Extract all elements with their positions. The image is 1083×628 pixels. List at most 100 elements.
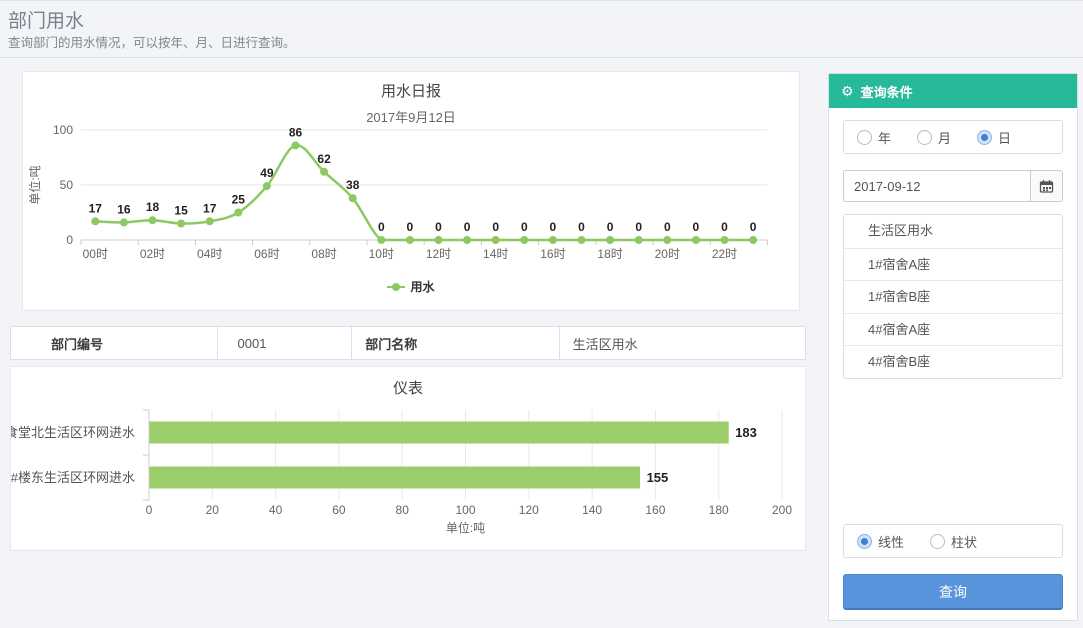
calendar-button[interactable]: [1030, 170, 1063, 202]
gear-icon: ⚙: [841, 84, 854, 98]
bar-value-label: 183: [735, 425, 757, 440]
data-point[interactable]: [206, 217, 214, 225]
data-point-label: 38: [346, 178, 360, 192]
data-point[interactable]: [320, 168, 328, 176]
bar-value-label: 155: [647, 470, 669, 485]
data-point-label: 0: [664, 220, 671, 234]
data-point-label: 0: [693, 220, 700, 234]
data-point-label: 0: [521, 220, 528, 234]
radio-icon: [857, 130, 872, 145]
x-tick-label: 12时: [426, 247, 451, 261]
radio-label: 年: [878, 128, 891, 147]
department-info-table: 部门编号 0001 部门名称 生活区用水: [10, 326, 806, 360]
data-point-label: 0: [635, 220, 642, 234]
x-tick-label: 10时: [369, 247, 394, 261]
data-point-label: 0: [607, 220, 614, 234]
period-radio-option[interactable]: 月: [917, 128, 951, 147]
radio-icon: [917, 130, 932, 145]
data-point[interactable]: [721, 236, 729, 244]
dept-list-item[interactable]: 1#宿舍B座: [844, 280, 1062, 313]
data-point[interactable]: [435, 236, 443, 244]
radio-label: 日: [998, 128, 1011, 147]
data-point-label: 0: [407, 220, 414, 234]
sidebar-header: ⚙ 查询条件: [829, 74, 1077, 108]
x-tick-label: 06时: [254, 247, 279, 261]
data-point[interactable]: [292, 141, 300, 149]
data-point[interactable]: [149, 216, 157, 224]
line-series-path: [95, 145, 753, 240]
data-point-label: 0: [750, 220, 757, 234]
data-point[interactable]: [663, 236, 671, 244]
data-point[interactable]: [492, 236, 500, 244]
period-radio-option[interactable]: 日: [977, 128, 1011, 147]
data-point[interactable]: [377, 236, 385, 244]
chart-style-radio-group: 线性 柱状: [843, 524, 1063, 558]
dept-id-value: 0001: [218, 327, 353, 359]
page-subtitle: 查询部门的用水情况，可以按年、月、日进行查询。: [8, 32, 296, 51]
query-sidebar: ⚙ 查询条件 年 月 日 生活区用水1#宿舍A座1#宿舍B座4#宿舍A座4#宿舍B座…: [828, 73, 1078, 621]
line-chart-legend[interactable]: 用水: [23, 278, 799, 295]
x-tick-label: 80: [396, 503, 410, 517]
page-header: 部门用水 查询部门的用水情况，可以按年、月、日进行查询。: [0, 1, 1083, 58]
data-point[interactable]: [749, 236, 757, 244]
data-point[interactable]: [463, 236, 471, 244]
x-tick-label: 08时: [311, 247, 336, 261]
radio-icon: [857, 534, 872, 549]
dept-list-item[interactable]: 1#宿舍A座: [844, 248, 1062, 281]
x-tick-label: 02时: [140, 247, 165, 261]
x-tick-label: 160: [645, 503, 665, 517]
bar-category-label: 1#楼东生活区环网进水: [11, 470, 135, 485]
date-input[interactable]: [843, 170, 1030, 202]
daily-water-line-chart-panel: 用水日报 2017年9月12日 05010000时02时04时06时08时10时…: [22, 71, 800, 311]
data-point[interactable]: [349, 194, 357, 202]
data-point[interactable]: [549, 236, 557, 244]
line-chart-title: 用水日报: [23, 80, 799, 101]
department-list: 生活区用水1#宿舍A座1#宿舍B座4#宿舍A座4#宿舍B座: [843, 214, 1063, 379]
calendar-icon: [1039, 179, 1054, 194]
dept-name-value: 生活区用水: [560, 327, 805, 359]
bar[interactable]: [150, 467, 641, 489]
dept-list-item[interactable]: 4#宿舍B座: [844, 345, 1062, 378]
data-point[interactable]: [234, 209, 242, 217]
query-button[interactable]: 查询: [843, 574, 1063, 610]
legend-label: 用水: [410, 278, 434, 295]
meter-bar-chart-panel: 仪表 020406080100120140160180200食堂北生活区环网进水…: [10, 366, 806, 551]
data-point-label: 62: [317, 152, 331, 166]
data-point[interactable]: [578, 236, 586, 244]
x-tick-label: 120: [519, 503, 539, 517]
line-chart: 05010000时02时04时06时08时10时12时14时16时18时20时2…: [23, 118, 801, 274]
style-radio-option[interactable]: 柱状: [930, 532, 977, 551]
bar[interactable]: [150, 422, 729, 444]
period-radio-option[interactable]: 年: [857, 128, 891, 147]
data-point[interactable]: [635, 236, 643, 244]
style-radio-option[interactable]: 线性: [857, 532, 904, 551]
data-point[interactable]: [406, 236, 414, 244]
data-point[interactable]: [520, 236, 528, 244]
data-point[interactable]: [606, 236, 614, 244]
data-point-label: 0: [464, 220, 471, 234]
y-tick-label: 0: [66, 233, 73, 247]
x-tick-label: 16时: [540, 247, 565, 261]
x-tick-label: 60: [332, 503, 346, 517]
radio-label: 柱状: [951, 532, 977, 551]
data-point[interactable]: [120, 218, 128, 226]
x-tick-label: 14时: [483, 247, 508, 261]
data-point-label: 16: [117, 202, 131, 216]
x-tick-label: 40: [269, 503, 283, 517]
data-point-label: 0: [435, 220, 442, 234]
x-tick-label: 0: [146, 503, 153, 517]
data-point[interactable]: [263, 182, 271, 190]
data-point[interactable]: [91, 217, 99, 225]
dept-list-item[interactable]: 生活区用水: [844, 215, 1062, 248]
data-point-label: 25: [232, 193, 246, 207]
dept-list-item[interactable]: 4#宿舍A座: [844, 313, 1062, 346]
data-point-label: 0: [550, 220, 557, 234]
x-tick-label: 20: [206, 503, 220, 517]
y-tick-label: 100: [53, 123, 73, 137]
data-point-label: 0: [378, 220, 385, 234]
data-point[interactable]: [177, 220, 185, 228]
data-point-label: 0: [721, 220, 728, 234]
data-point[interactable]: [692, 236, 700, 244]
data-point-label: 15: [174, 204, 188, 218]
data-point-label: 17: [203, 201, 217, 215]
